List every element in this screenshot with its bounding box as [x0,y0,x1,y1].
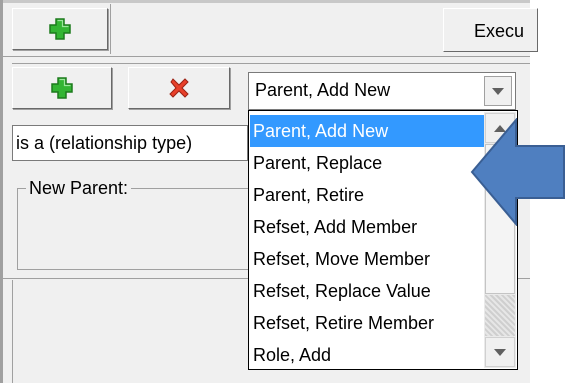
execute-button[interactable]: Execu [443,8,538,52]
toolbar-divider [3,56,530,57]
panel-top-edge [0,0,530,3]
dropdown-option[interactable]: Refset, Move Member [250,243,484,275]
toolbar-separator [110,4,111,54]
add-button-top[interactable] [12,8,108,50]
dropdown-option[interactable]: Refset, Replace Value [250,275,484,307]
execute-button-label: Execu [474,21,525,41]
new-parent-group [17,188,257,270]
dropdown-option[interactable]: Parent, Add New [250,115,484,147]
action-row-top-line [12,63,530,64]
dropdown-options: Parent, Add New Parent, Replace Parent, Re… [250,115,484,371]
scroll-down-button[interactable] [485,337,515,367]
dropdown-option[interactable]: Role, Add [250,339,484,371]
combo-dropdown-button[interactable] [484,76,512,106]
blue-arrow-icon [470,118,565,226]
plus-icon [51,77,73,99]
action-type-combo[interactable]: Parent, Add New [248,72,516,110]
red-x-icon [169,78,189,98]
add-action-button[interactable] [12,67,112,109]
dropdown-option[interactable]: Parent, Retire [250,179,484,211]
action-type-combo-value: Parent, Add New [255,80,391,100]
relationship-type-field[interactable]: is a (relationship type) [12,125,248,161]
relationship-type-value: is a (relationship type) [16,133,193,153]
new-parent-legend: New Parent: [26,178,132,199]
lower-panel-edge [12,280,13,383]
dropdown-option[interactable]: Refset, Add Member [250,211,484,243]
scroll-track[interactable] [485,295,515,336]
dropdown-option[interactable]: Parent, Replace [250,147,484,179]
chevron-down-icon [492,87,504,95]
chevron-down-icon [494,348,506,356]
remove-action-button[interactable] [128,67,230,109]
dropdown-option[interactable]: Refset, Retire Member [250,307,484,339]
panel-left-edge [0,0,3,383]
plus-icon [49,18,71,40]
